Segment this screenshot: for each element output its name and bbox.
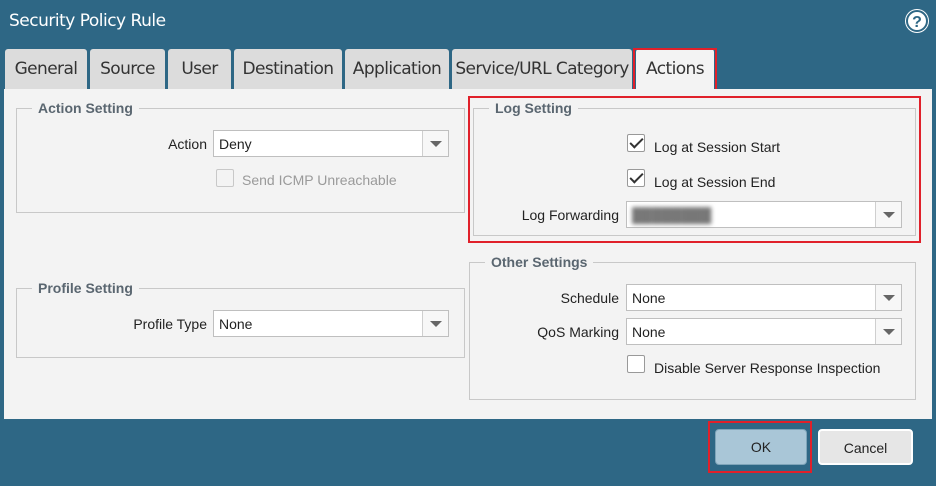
action-value: Deny [219,136,252,152]
action-setting-group: Action Setting [16,100,465,213]
profile-type-select[interactable]: None [213,310,449,337]
action-setting-legend: Action Setting [32,100,139,116]
tab-service-url-category[interactable]: Service/URL Category [452,49,632,89]
tab-destination[interactable]: Destination [234,49,342,89]
schedule-label: Schedule [560,290,619,306]
qos-marking-label: QoS Marking [537,324,619,340]
tab-actions[interactable]: Actions [633,48,717,90]
send-icmp-unreachable-label: Send ICMP Unreachable [242,172,397,188]
other-settings-legend: Other Settings [485,254,594,270]
dialog-title: Security Policy Rule [9,11,166,31]
tab-user[interactable]: User [168,49,231,89]
chevron-down-icon[interactable] [875,285,901,310]
action-select[interactable]: Deny [213,130,449,157]
schedule-select[interactable]: None [626,284,902,311]
chevron-down-icon[interactable] [422,311,448,336]
qos-marking-select[interactable]: None [626,318,902,345]
help-icon[interactable]: ? [906,10,928,32]
schedule-value: None [632,290,666,306]
disable-server-response-inspection-label: Disable Server Response Inspection [654,360,881,376]
chevron-down-icon[interactable] [875,319,901,344]
tab-general[interactable]: General [5,49,87,89]
cancel-button[interactable]: Cancel [818,429,913,465]
tab-application[interactable]: Application [345,49,449,89]
profile-type-label: Profile Type [133,316,207,332]
tab-source[interactable]: Source [90,49,165,89]
send-icmp-unreachable-checkbox[interactable] [216,169,234,187]
ok-button[interactable]: OK [715,429,807,465]
chevron-down-icon[interactable] [422,131,448,156]
profile-type-value: None [219,316,253,332]
action-label: Action [168,136,207,152]
qos-marking-value: None [632,324,666,340]
disable-server-response-inspection-checkbox[interactable] [627,355,645,373]
profile-setting-legend: Profile Setting [32,280,139,296]
log-setting-highlight [468,96,921,243]
